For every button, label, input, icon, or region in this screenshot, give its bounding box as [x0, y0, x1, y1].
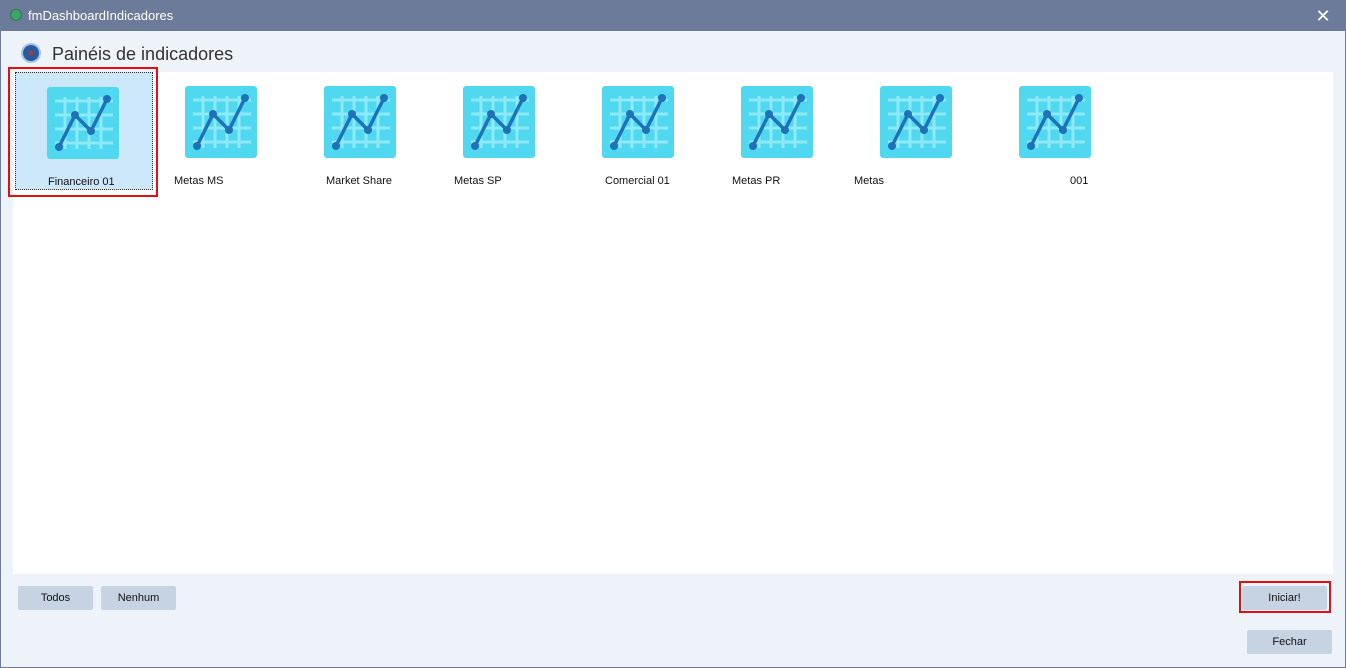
title-bar: fmDashboardIndicadores ✕	[0, 0, 1346, 31]
tile-label: Market Share	[326, 175, 393, 187]
iniciar-button[interactable]: Iniciar!	[1242, 586, 1327, 610]
tile-metas[interactable]: Metas	[849, 72, 987, 190]
tile-metas-ms[interactable]: Metas MS	[154, 72, 292, 190]
dashboard-panel-list: Financeiro 01 Metas MS Market Share Meta…	[13, 72, 1333, 574]
chart-line-icon	[1019, 86, 1091, 158]
chart-line-icon	[463, 86, 535, 158]
tile-label: Metas SP	[454, 175, 502, 187]
chart-line-icon	[47, 87, 119, 159]
tile-financeiro-01[interactable]: Financeiro 01	[15, 72, 153, 190]
tile-label: 001	[1070, 175, 1089, 187]
tile-label: Comercial 01	[605, 175, 670, 187]
tile-label: Metas PR	[732, 175, 781, 187]
tile-label: Metas MS	[174, 175, 224, 187]
tile-metas-sp[interactable]: Metas SP	[432, 72, 570, 190]
app-icon	[10, 9, 22, 21]
tile-metas-pr[interactable]: Metas PR	[710, 72, 848, 190]
tile-label: Metas	[854, 175, 884, 187]
chart-line-icon	[602, 86, 674, 158]
tile-001[interactable]: 001	[988, 72, 1126, 190]
chart-line-icon	[880, 86, 952, 158]
nenhum-button[interactable]: Nenhum	[101, 586, 176, 610]
todos-button[interactable]: Todos	[18, 586, 93, 610]
chart-line-icon	[741, 86, 813, 158]
fechar-button[interactable]: Fechar	[1247, 630, 1332, 654]
chart-line-icon	[324, 86, 396, 158]
window-title: fmDashboardIndicadores	[28, 8, 174, 23]
page-title: Painéis de indicadores	[52, 44, 234, 64]
chart-line-icon	[185, 86, 257, 158]
tile-market-share[interactable]: Market Share	[293, 72, 431, 190]
close-icon[interactable]: ✕	[1312, 5, 1334, 27]
globe-icon	[21, 43, 41, 63]
tile-comercial-01[interactable]: Comercial 01	[571, 72, 709, 190]
tile-label: Financeiro 01	[48, 176, 115, 188]
